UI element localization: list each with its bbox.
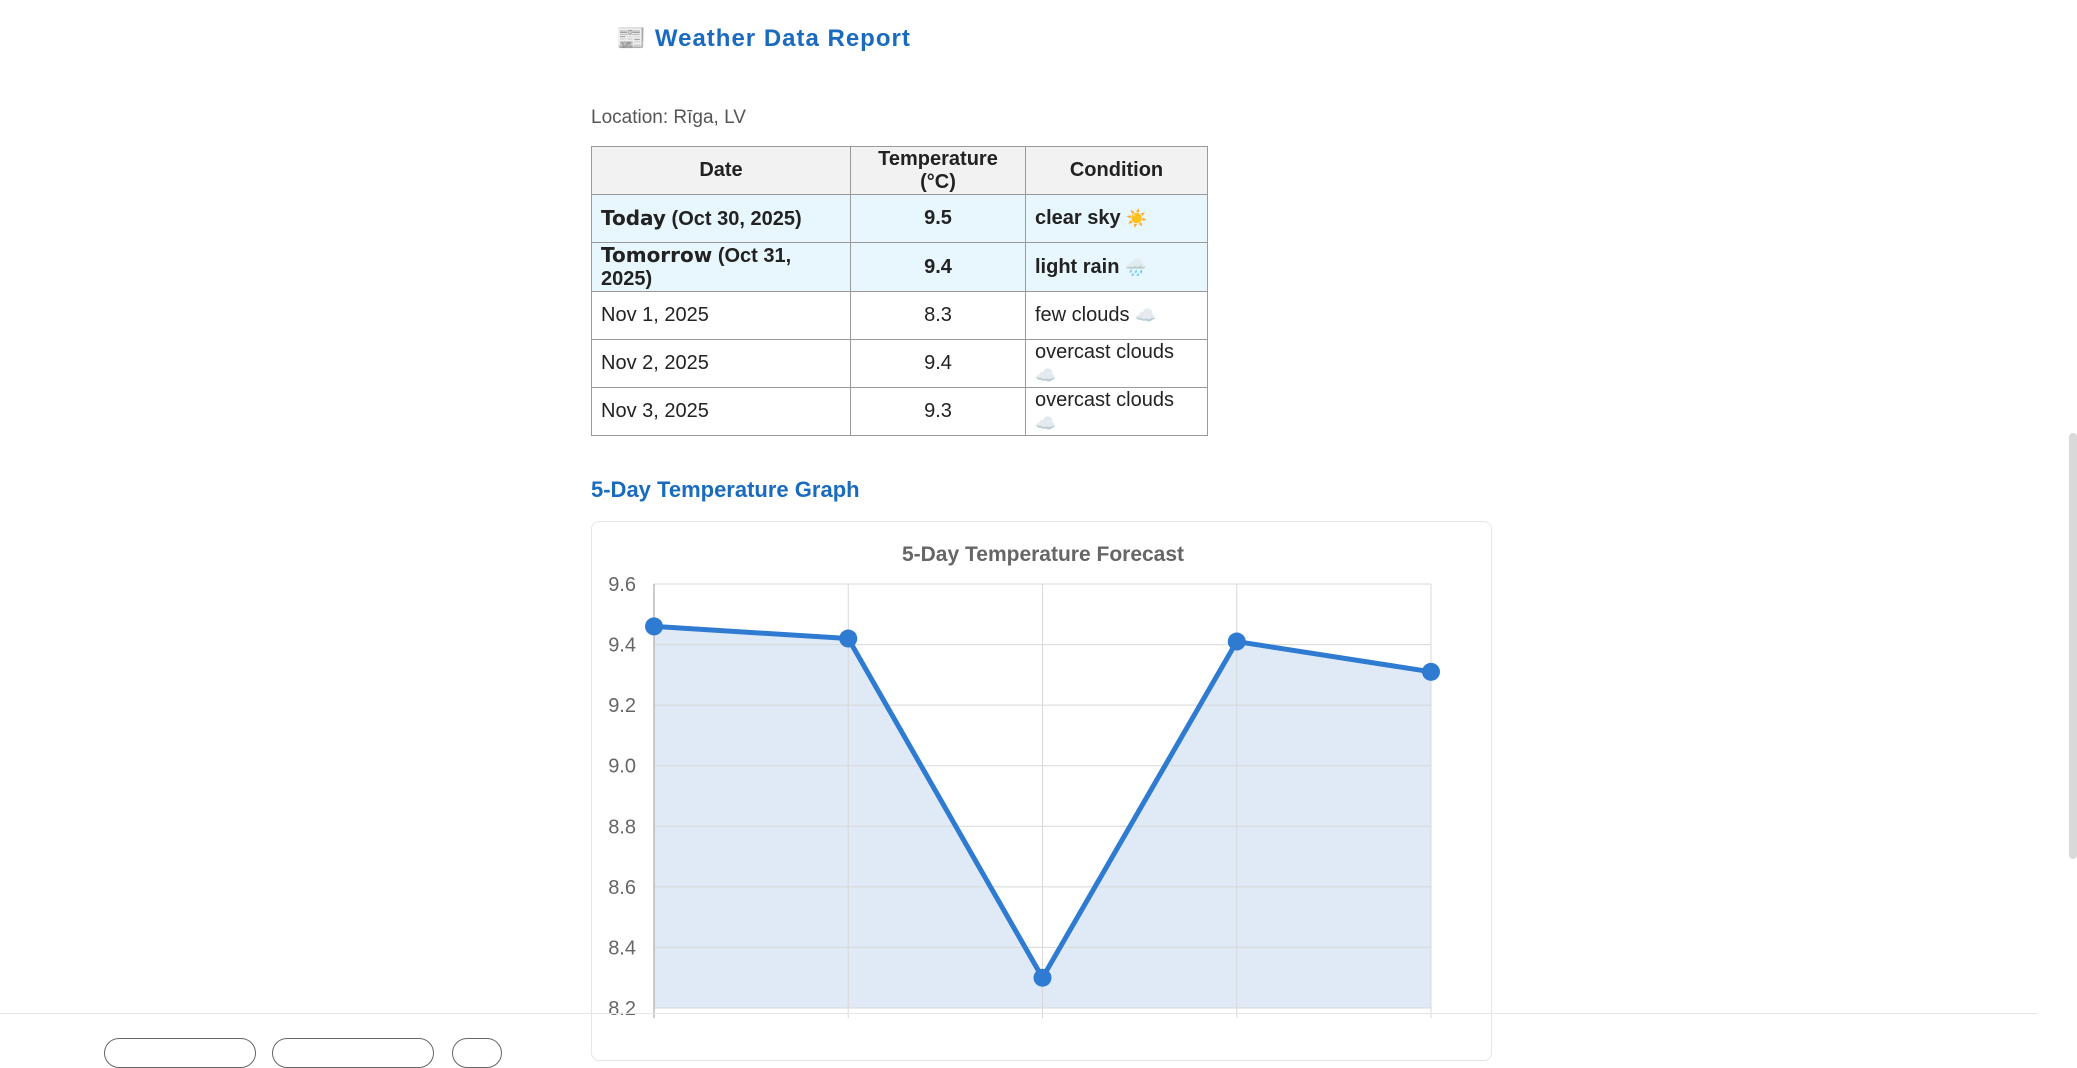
newspaper-icon: 📰 bbox=[616, 25, 647, 52]
condition-column-header: Condition bbox=[1025, 146, 1208, 195]
cloud-icon: ☁️ bbox=[1135, 306, 1157, 325]
bottom-pill-button[interactable] bbox=[272, 1038, 434, 1068]
date-cell: Nov 2, 2025 bbox=[591, 339, 851, 388]
date-label: Nov 1, 2025 bbox=[601, 304, 709, 326]
temperature-cell: 9.4 bbox=[850, 242, 1026, 292]
date-cell: Tomorrow (Oct 31, 2025) bbox=[591, 242, 851, 292]
temperature-cell: 9.3 bbox=[850, 387, 1026, 436]
y-tick-label: 9.2 bbox=[608, 695, 636, 717]
condition-cell: overcast clouds ☁️ bbox=[1025, 387, 1208, 436]
sun-icon: ☀️ bbox=[1126, 209, 1148, 228]
date-cell: Nov 3, 2025 bbox=[591, 387, 851, 436]
data-point bbox=[1422, 662, 1440, 681]
condition-label: overcast clouds bbox=[1035, 388, 1174, 411]
cloud-icon: ☁️ bbox=[1035, 365, 1057, 385]
y-tick-label: 8.6 bbox=[608, 877, 636, 899]
data-point bbox=[839, 629, 858, 648]
chart-title: 5-Day Temperature Forecast bbox=[902, 543, 1184, 566]
scrollbar-thumb[interactable] bbox=[2069, 433, 2077, 859]
condition-cell: few clouds ☁️ bbox=[1025, 291, 1208, 340]
rain-cloud-icon: 🌧️ bbox=[1125, 257, 1147, 277]
date-label: Nov 3, 2025 bbox=[601, 400, 709, 422]
date-label: (Oct 30, 2025) bbox=[671, 208, 802, 230]
data-point bbox=[1033, 968, 1052, 987]
forecast-table: Date Temperature (°C) Condition Today (O… bbox=[591, 146, 1208, 436]
table-row: Nov 1, 2025 8.3 few clouds ☁️ bbox=[591, 291, 1208, 340]
table-row: Tomorrow (Oct 31, 2025) 9.4 light rain 🌧️ bbox=[591, 242, 1208, 292]
data-point bbox=[645, 617, 663, 636]
table-row: Nov 3, 2025 9.3 overcast clouds ☁️ bbox=[591, 387, 1208, 436]
condition-label: clear sky bbox=[1035, 207, 1121, 229]
day-label: Tomorrow bbox=[601, 243, 713, 267]
temperature-column-header: Temperature (°C) bbox=[850, 146, 1026, 195]
condition-label: overcast clouds bbox=[1035, 340, 1174, 363]
y-tick-label: 8.4 bbox=[608, 937, 636, 959]
date-label: Nov 2, 2025 bbox=[601, 352, 709, 374]
condition-label: light rain bbox=[1035, 255, 1120, 278]
table-row: Today (Oct 30, 2025) 9.5 clear sky ☀️ bbox=[591, 194, 1208, 243]
table-row: Nov 2, 2025 9.4 overcast clouds ☁️ bbox=[591, 339, 1208, 388]
condition-label: few clouds bbox=[1035, 304, 1130, 326]
location-label: Location: Rīga, LV bbox=[591, 107, 746, 128]
temperature-cell: 8.3 bbox=[850, 291, 1026, 340]
y-tick-label: 9.0 bbox=[608, 756, 636, 778]
condition-cell: clear sky ☀️ bbox=[1025, 194, 1208, 243]
graph-heading: 5-Day Temperature Graph bbox=[591, 477, 860, 502]
report-title-text: Weather Data Report bbox=[654, 24, 911, 52]
day-label: Today bbox=[601, 206, 666, 230]
report-title: 📰 Weather Data Report bbox=[616, 24, 911, 53]
chart-card: 5-Day Temperature Forecast 9.6 9.4 9.2 9.0 8.… bbox=[591, 521, 1492, 1061]
date-column-header: Date bbox=[591, 146, 851, 195]
condition-cell: light rain 🌧️ bbox=[1025, 242, 1208, 292]
y-tick-label: 8.2 bbox=[608, 998, 636, 1020]
data-point bbox=[1227, 632, 1246, 651]
temperature-cell: 9.4 bbox=[850, 339, 1026, 388]
y-tick-label: 8.8 bbox=[608, 816, 636, 838]
cloud-icon: ☁️ bbox=[1035, 413, 1057, 433]
y-tick-label: 9.6 bbox=[608, 574, 636, 596]
date-cell: Nov 1, 2025 bbox=[591, 291, 851, 340]
condition-cell: overcast clouds ☁️ bbox=[1025, 339, 1208, 388]
date-cell: Today (Oct 30, 2025) bbox=[591, 194, 851, 243]
table-header-row: Date Temperature (°C) Condition bbox=[591, 146, 1208, 195]
temperature-chart: 5-Day Temperature Forecast 9.6 9.4 9.2 9.0 8.… bbox=[608, 543, 1440, 1020]
temperature-cell: 9.5 bbox=[850, 194, 1026, 243]
bottom-round-button[interactable] bbox=[452, 1038, 502, 1068]
y-tick-label: 9.4 bbox=[608, 635, 636, 657]
divider bbox=[0, 1013, 2037, 1014]
bottom-pill-button[interactable] bbox=[104, 1038, 256, 1068]
